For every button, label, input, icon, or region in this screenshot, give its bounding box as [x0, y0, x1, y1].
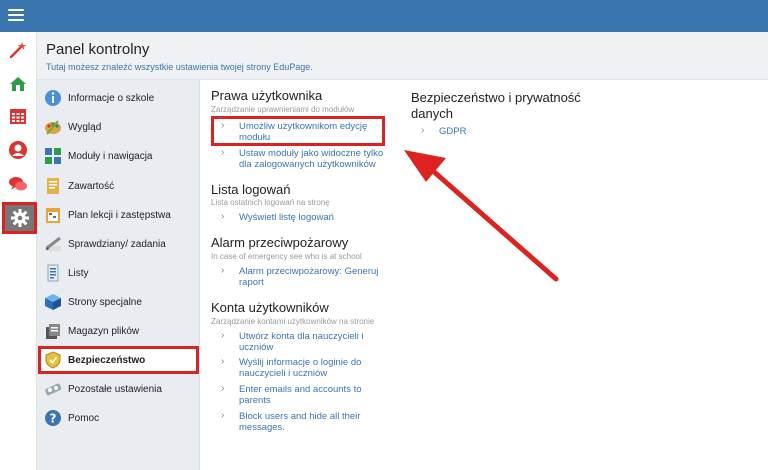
chevron-right-icon: › [221, 147, 225, 158]
link-line: uczniów [239, 342, 274, 353]
user-icon[interactable] [6, 138, 30, 162]
sidebar-item-label: Magazyn plików [68, 325, 140, 337]
timetable-icon [46, 208, 60, 223]
magic-wand-icon[interactable] [6, 38, 30, 62]
calendar-icon[interactable] [6, 104, 30, 128]
sidebar-item-label: Zawartość [68, 180, 115, 192]
title-line: Bezpieczeństwo i prywatność [411, 90, 581, 105]
section-title-login-list: Lista logowań [211, 182, 291, 197]
section-title-user-accounts: Konta użytkowników [211, 300, 329, 315]
chevron-right-icon: › [421, 125, 425, 136]
palette-icon [45, 120, 61, 135]
link-line: Enter emails and accounts to [239, 384, 362, 395]
sidebar-item-label: Plan lekcji i zastępstwa [68, 209, 171, 221]
chevron-right-icon: › [221, 265, 225, 276]
home-icon[interactable] [6, 72, 30, 96]
svg-text:?: ? [50, 412, 57, 426]
link-gdpr[interactable]: GDPR [439, 126, 466, 137]
sidebar-item-other-settings[interactable]: Pozostałe ustawienia [41, 377, 198, 401]
sidebar-item-tests[interactable]: Sprawdziany/ zadania [41, 232, 198, 256]
link-line: Wyślij informacje o loginie do [239, 357, 362, 368]
sidebar-item-label: Bezpieczeństwo [68, 354, 146, 366]
section-subtitle-fire-alarm: In case of emergency see who is at schoo… [211, 252, 362, 261]
sidebar-item-label: Wygląd [68, 121, 102, 133]
pencil-icon [45, 236, 61, 251]
link-create-accounts[interactable]: Utwórz konta dla nauczycieli i uczniów [239, 331, 364, 353]
link-line: nauczycieli i uczniów [239, 368, 328, 379]
cube-icon [45, 294, 61, 310]
link-line: messages. [239, 422, 285, 433]
chevron-right-icon: › [221, 410, 225, 421]
info-icon [45, 90, 61, 106]
sidebar-item-label: Listy [68, 267, 89, 279]
link-send-login-info[interactable]: Wyślij informacje o loginie do nauczycie… [239, 357, 361, 379]
section-subtitle-user-rights: Zarządzanie uprawnieniami do modułów [211, 105, 355, 114]
section-title-user-rights: Prawa użytkownika [211, 88, 323, 103]
sidebar-item-label: Pomoc [68, 412, 100, 424]
page-header: Panel kontrolny Tutaj możesz znaleźć wsz… [37, 32, 768, 80]
content-icon [47, 178, 59, 194]
sidebar-item-label: Pozostałe ustawienia [68, 383, 162, 395]
title-line: danych [411, 106, 453, 121]
sidebar-item-label: Informacje o szkole [68, 92, 155, 104]
page-title: Panel kontrolny [46, 41, 150, 58]
icon-rail [0, 32, 37, 470]
sidebar-item-label: Moduły i nawigacja [68, 150, 153, 162]
hamburger-menu-icon[interactable] [8, 9, 24, 23]
settings-icon [45, 383, 62, 396]
link-line: Utwórz konta dla nauczycieli i [239, 331, 364, 342]
page-subtitle: Tutaj możesz znaleźć wszystkie ustawieni… [46, 62, 313, 72]
gear-icon[interactable] [2, 202, 37, 234]
link-line: Ustaw moduły jako widoczne tylko [239, 148, 384, 159]
link-show-login-list[interactable]: Wyświetl listę logowań [239, 212, 334, 223]
sidebar-item-label: Strony specjalne [68, 296, 142, 308]
link-enter-parent-emails[interactable]: Enter emails and accounts to parents [239, 384, 362, 406]
link-block-users[interactable]: Block users and hide all their messages. [239, 411, 360, 433]
chevron-right-icon: › [221, 383, 225, 394]
link-line: parents [239, 395, 271, 406]
sidebar-item-help[interactable]: ? Pomoc [41, 406, 198, 430]
link-line: Block users and hide all their [239, 411, 361, 422]
files-icon [46, 324, 60, 339]
section-subtitle-user-accounts: Zarządzanie kontami użytkowników na stro… [211, 317, 375, 326]
link-line: Alarm przeciwpożarowy: Generuj [239, 266, 379, 277]
sidebar-item-lists[interactable]: Listy [41, 261, 198, 285]
sidebar-item-security[interactable]: Bezpieczeństwo [38, 346, 199, 374]
sidebar-item-modules[interactable]: Moduły i nawigacja [41, 144, 198, 168]
link-modules-visible-logged-in[interactable]: Ustaw moduły jako widoczne tylko dla zal… [239, 148, 383, 170]
chat-icon[interactable] [6, 172, 30, 196]
modules-icon [45, 148, 61, 164]
sidebar-item-content[interactable]: Zawartość [41, 174, 198, 198]
section-title-privacy: Bezpieczeństwo i prywatność danych [411, 90, 581, 122]
highlight-box [211, 116, 385, 146]
chevron-right-icon: › [221, 330, 225, 341]
section-subtitle-login-list: Lista ostatnich logowań na stronę [211, 198, 330, 207]
sidebar-item-file-storage[interactable]: Magazyn plików [41, 319, 198, 343]
chevron-right-icon: › [221, 356, 225, 367]
link-fire-alarm-report[interactable]: Alarm przeciwpożarowy: Generuj raport [239, 266, 378, 288]
shield-icon [45, 351, 61, 369]
sidebar-item-timetable[interactable]: Plan lekcji i zastępstwa [41, 203, 198, 227]
sidebar-item-special-pages[interactable]: Strony specjalne [41, 290, 198, 314]
settings-sidebar: Informacje o szkole Wygląd Moduły i nawi… [37, 80, 200, 470]
sidebar-item-label: Sprawdziany/ zadania [68, 238, 166, 250]
link-line: dla zalogowanych użytkowników [239, 159, 376, 170]
top-bar [0, 0, 768, 32]
section-title-fire-alarm: Alarm przeciwpożarowy [211, 235, 349, 250]
chevron-right-icon: › [221, 211, 225, 222]
sidebar-item-appearance[interactable]: Wygląd [41, 115, 198, 139]
help-icon: ? [45, 410, 61, 426]
list-icon [47, 264, 59, 282]
sidebar-item-school-info[interactable]: Informacje o szkole [41, 86, 198, 110]
link-line: raport [239, 277, 264, 288]
